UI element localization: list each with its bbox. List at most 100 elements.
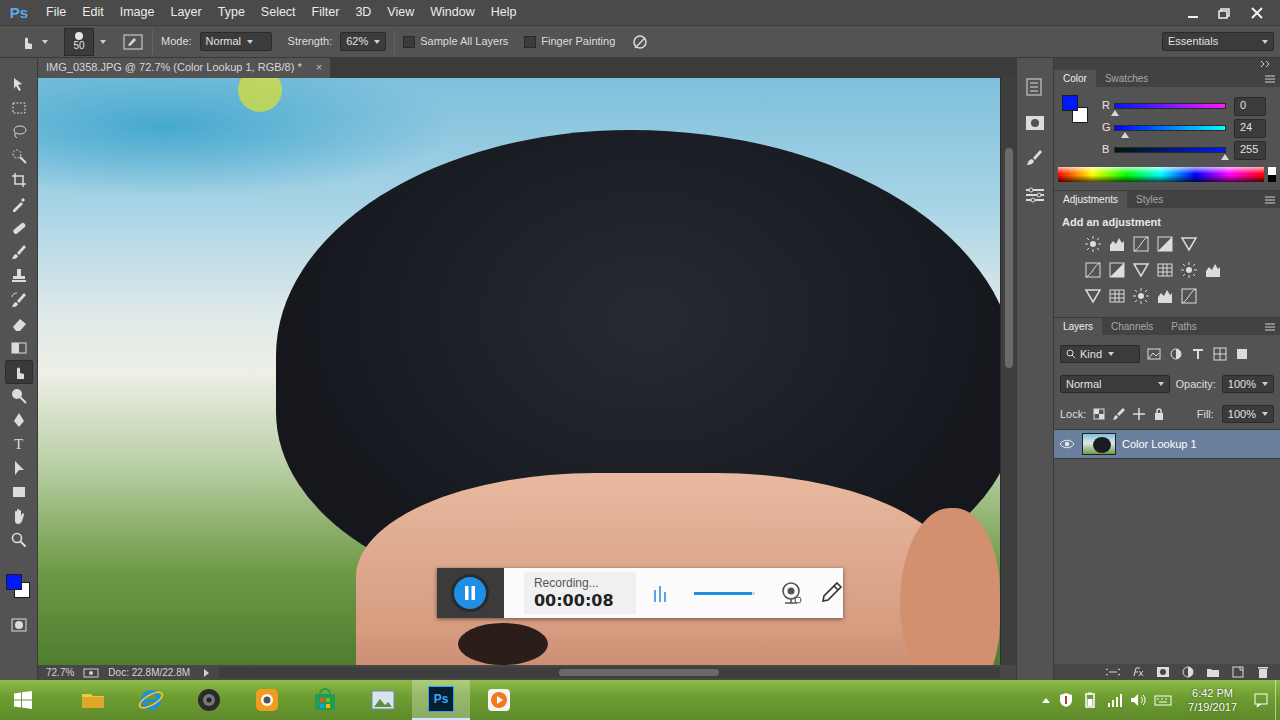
tool-button[interactable]: [5, 504, 33, 528]
adjustment-icon[interactable]: [1156, 235, 1174, 253]
adjustment-icon[interactable]: [1180, 235, 1198, 253]
slider-handle[interactable]: [1221, 154, 1229, 160]
clone-source-icon[interactable]: [1020, 182, 1050, 208]
taskbar-app[interactable]: [296, 680, 354, 720]
horizontal-scrollbar[interactable]: [219, 667, 1000, 678]
slider-handle[interactable]: [1121, 132, 1129, 138]
layer-filter-icon[interactable]: [1146, 346, 1162, 362]
color-ramp[interactable]: [1058, 167, 1264, 182]
panel-menu-icon[interactable]: [1264, 195, 1276, 205]
close-icon[interactable]: [1242, 3, 1272, 23]
taskbar-app[interactable]: [64, 680, 122, 720]
menu-item[interactable]: 3D: [347, 0, 379, 25]
menu-item[interactable]: View: [379, 0, 422, 25]
tool-button[interactable]: [5, 312, 33, 336]
battery-icon[interactable]: [1082, 692, 1098, 708]
panel-tab[interactable]: Adjustments: [1054, 191, 1127, 208]
tool-button[interactable]: [5, 336, 33, 360]
adjustment-icon[interactable]: [1132, 287, 1150, 305]
tool-button[interactable]: [5, 96, 33, 120]
security-icon[interactable]: [1058, 692, 1074, 708]
adjustment-icon[interactable]: [1204, 261, 1222, 279]
tool-button[interactable]: [5, 360, 33, 384]
panel-menu-icon[interactable]: [1264, 322, 1276, 332]
volume-slider[interactable]: [694, 592, 755, 595]
menu-item[interactable]: Layer: [162, 0, 209, 25]
layer-action-icon[interactable]: [1206, 665, 1220, 679]
panel-tab[interactable]: Paths: [1162, 318, 1206, 335]
menu-item[interactable]: Type: [210, 0, 253, 25]
layer-action-icon[interactable]: [1181, 665, 1195, 679]
tool-button[interactable]: [5, 216, 33, 240]
adjustment-icon[interactable]: [1132, 235, 1150, 253]
adjustment-icon[interactable]: [1108, 261, 1126, 279]
show-desktop-button[interactable]: [1275, 680, 1280, 720]
scroll-thumb[interactable]: [1005, 148, 1013, 368]
panel-tab[interactable]: Styles: [1127, 191, 1172, 208]
tool-button[interactable]: [5, 168, 33, 192]
channel-value[interactable]: 24: [1234, 119, 1266, 138]
black-white-ramp[interactable]: [1268, 167, 1276, 182]
properties-icon[interactable]: [1020, 110, 1050, 136]
channel-value[interactable]: 0: [1234, 97, 1266, 116]
menu-item[interactable]: Help: [483, 0, 525, 25]
filter-dropdown[interactable]: Kind: [1060, 345, 1140, 363]
menu-item[interactable]: Edit: [74, 0, 112, 25]
start-button[interactable]: [0, 680, 46, 720]
layer-action-icon[interactable]: [1156, 665, 1170, 679]
tool-button[interactable]: T: [5, 432, 33, 456]
layer-row[interactable]: Color Lookup 1: [1054, 430, 1280, 459]
layer-action-icon[interactable]: [1231, 665, 1245, 679]
panel-tab[interactable]: Channels: [1102, 318, 1162, 335]
panel-tab[interactable]: Swatches: [1096, 70, 1157, 87]
adjustment-icon[interactable]: [1108, 235, 1126, 253]
channel-slider[interactable]: [1114, 147, 1226, 153]
tool-button[interactable]: [5, 120, 33, 144]
channel-value[interactable]: 255: [1234, 141, 1266, 160]
pressure-icon[interactable]: [631, 33, 649, 51]
panel-menu-icon[interactable]: [1264, 74, 1276, 84]
clock[interactable]: 6:42 PM7/19/2017: [1180, 686, 1245, 715]
lock-option-icon[interactable]: [1112, 407, 1126, 421]
volume-icon[interactable]: [1130, 692, 1146, 708]
close-tab-button[interactable]: ×: [316, 61, 322, 74]
adjustment-icon[interactable]: [1084, 287, 1102, 305]
tool-button[interactable]: [5, 264, 33, 288]
taskbar-app[interactable]: [470, 680, 528, 720]
quick-mask-icon[interactable]: [10, 616, 28, 634]
checkbox[interactable]: [524, 36, 536, 48]
tool-button[interactable]: [5, 288, 33, 312]
opacity-field[interactable]: 100%: [1222, 375, 1274, 393]
status-menu-arrow[interactable]: [204, 669, 209, 677]
mode-dropdown[interactable]: Normal: [200, 32, 272, 51]
channel-slider[interactable]: [1114, 103, 1226, 109]
layer-filter-icon[interactable]: [1212, 346, 1228, 362]
taskbar-app[interactable]: [238, 680, 296, 720]
brush-panel-icon[interactable]: [122, 33, 144, 51]
adjustment-icon[interactable]: [1108, 287, 1126, 305]
color-swatches[interactable]: [4, 570, 34, 600]
adjustment-icon[interactable]: [1180, 261, 1198, 279]
layer-filter-icon[interactable]: [1168, 346, 1184, 362]
taskbar-app[interactable]: [122, 680, 180, 720]
history-icon[interactable]: [1020, 74, 1050, 100]
foreground-color[interactable]: [1062, 95, 1078, 111]
brush-presets-icon[interactable]: [1020, 146, 1050, 172]
menu-item[interactable]: File: [38, 0, 74, 25]
adjustment-icon[interactable]: [1084, 235, 1102, 253]
audio-level-icon[interactable]: [652, 582, 668, 604]
taskbar-app[interactable]: Ps: [412, 680, 470, 720]
scroll-thumb[interactable]: [559, 669, 719, 676]
option-checkbox[interactable]: Sample All Layers: [403, 35, 508, 48]
tool-button[interactable]: [5, 480, 33, 504]
tool-button[interactable]: [5, 240, 33, 264]
workspace-dropdown[interactable]: Essentials: [1162, 32, 1274, 51]
visibility-toggle[interactable]: [1058, 435, 1076, 453]
lock-option-icon[interactable]: [1092, 407, 1106, 421]
lock-option-icon[interactable]: [1132, 407, 1146, 421]
brush-preset[interactable]: 50: [64, 28, 94, 56]
color-preview[interactable]: [1062, 95, 1094, 127]
slider-handle[interactable]: [1111, 110, 1119, 116]
pen-icon[interactable]: [819, 581, 843, 605]
checkbox[interactable]: [403, 36, 415, 48]
